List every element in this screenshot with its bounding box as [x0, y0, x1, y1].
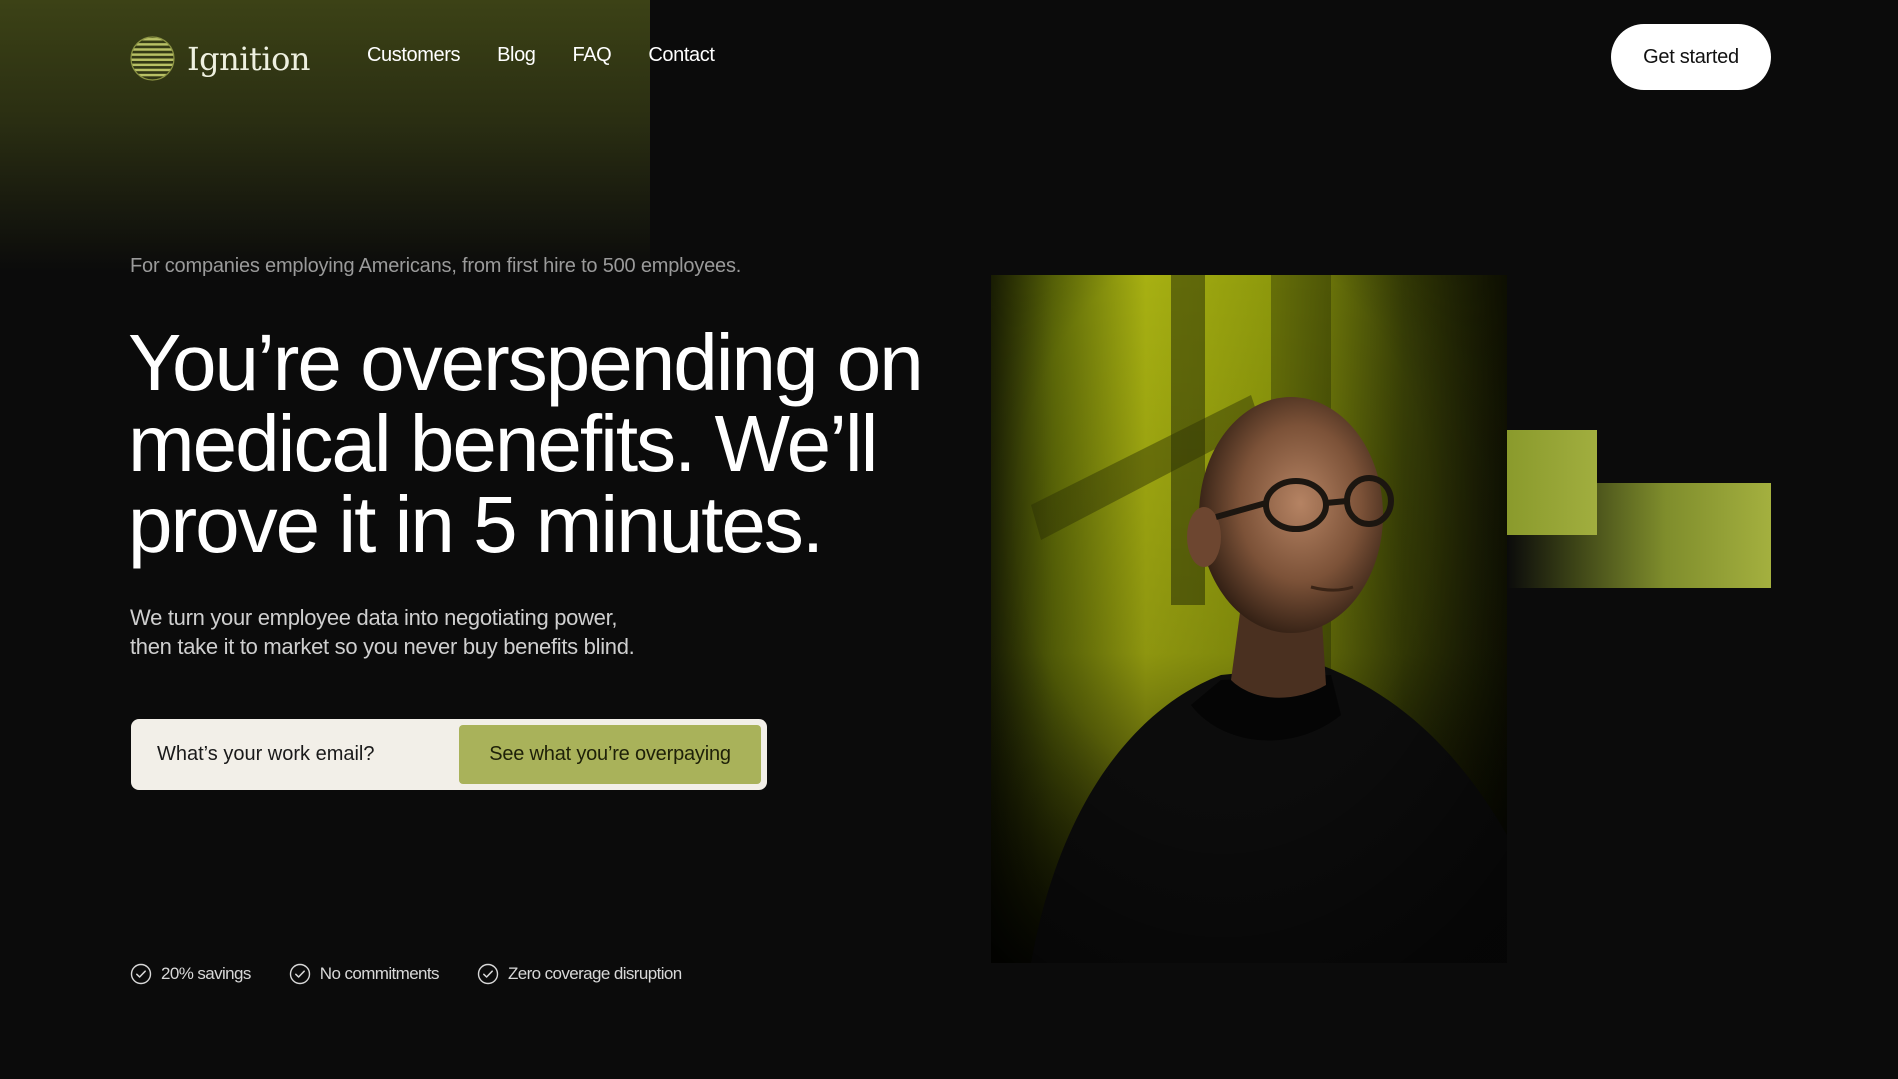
email-form: See what you’re overpaying — [131, 719, 767, 790]
nav-faq[interactable]: FAQ — [573, 44, 612, 67]
hero-eyebrow: For companies employing Americans, from … — [130, 255, 742, 277]
check-circle-icon — [130, 963, 152, 985]
feature-list: 20% savings No commitments Zero coverage… — [130, 963, 682, 985]
feature-item: 20% savings — [130, 963, 251, 985]
work-email-input[interactable] — [131, 719, 459, 790]
nav-contact[interactable]: Contact — [648, 44, 715, 67]
check-circle-icon — [289, 963, 310, 985]
main-nav: Customers Blog FAQ Contact — [367, 44, 715, 67]
nav-customers[interactable]: Customers — [367, 44, 460, 67]
feature-label: 20% savings — [161, 964, 251, 983]
get-started-button[interactable]: Get started — [1611, 24, 1771, 90]
headline-line: prove it in 5 minutes. — [128, 480, 824, 569]
header-glow — [0, 0, 650, 270]
feature-item: Zero coverage disruption — [477, 963, 682, 985]
feature-item: No commitments — [289, 963, 440, 985]
feature-label: Zero coverage disruption — [507, 964, 682, 983]
hero-portrait-image — [991, 275, 1507, 963]
nav-blog[interactable]: Blog — [497, 44, 536, 67]
see-overpaying-button[interactable]: See what you’re overpaying — [459, 725, 761, 784]
striped-globe-icon — [130, 36, 175, 81]
subhead-line: then take it to market so you never buy … — [130, 634, 635, 659]
hero-subhead: We turn your employee data into negotiat… — [130, 603, 635, 661]
logo-text: Ignition — [187, 39, 310, 78]
logo[interactable]: Ignition — [130, 36, 310, 81]
headline-line: medical benefits. We’ll — [128, 399, 878, 488]
landing-page: Ignition Customers Blog FAQ Contact Get … — [0, 0, 1898, 1079]
hero-headline: You’re overspending on medical benefits.… — [128, 322, 968, 565]
decorative-overlap-block — [1507, 483, 1597, 535]
feature-label: No commitments — [319, 964, 440, 983]
subhead-line: We turn your employee data into negotiat… — [130, 605, 618, 630]
headline-line: You’re overspending on — [128, 318, 924, 407]
check-circle-icon — [477, 963, 499, 985]
